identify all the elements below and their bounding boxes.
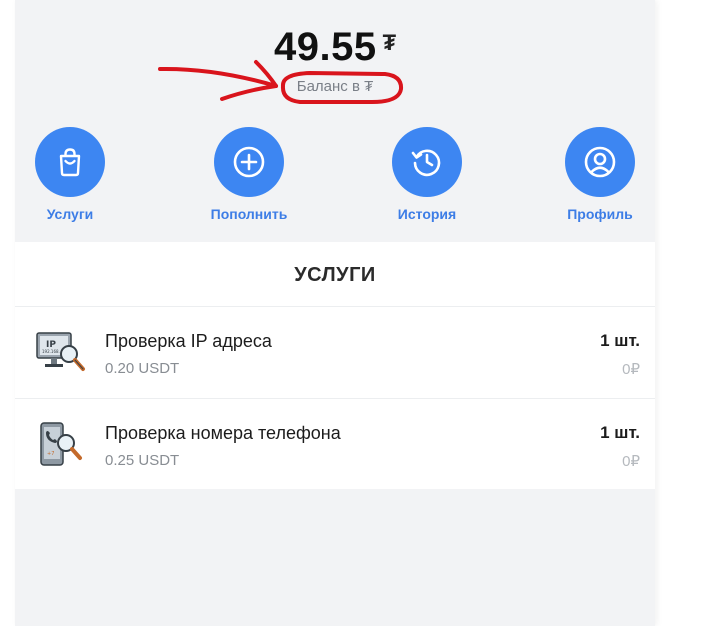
service-price: 0.25 USDT <box>105 452 180 469</box>
service-item-phone-check[interactable]: +7 Проверка номера телефона 0.25 USDT 1 … <box>15 399 655 490</box>
app-screen: 49.55 ₮ Баланс в ₮ Услуги Пополнить Исто… <box>15 0 655 626</box>
nav-history-label: История <box>397 206 457 222</box>
svg-text:+7: +7 <box>47 451 54 457</box>
topup-circle <box>214 127 284 197</box>
services-title: УСЛУГИ <box>15 242 655 307</box>
services-circle <box>35 127 105 197</box>
balance-label: Баланс в ₮ <box>296 78 374 95</box>
ip-monitor-search-icon: IP 192.168. <box>36 332 85 371</box>
nav-services-label: Услуги <box>46 206 94 222</box>
nav-profile-button[interactable]: Профиль <box>545 127 655 222</box>
balance-block: 49.55 ₮ <box>15 24 655 70</box>
shopping-bag-icon <box>59 148 81 177</box>
balance-value: 49.55 <box>273 25 377 69</box>
nav-topup-label: Пополнить <box>210 206 288 222</box>
profile-circle <box>565 127 635 197</box>
service-quantity: 1 шт. <box>600 331 640 350</box>
service-item-ip-check[interactable]: IP 192.168. Проверка IP адреса 0.20 USDT… <box>15 307 655 399</box>
balance-currency: ₮ <box>382 30 397 55</box>
service-name: Проверка IP адреса <box>105 331 272 351</box>
service-rub-price: 0₽ <box>622 453 640 470</box>
history-icon <box>411 149 441 177</box>
service-quantity: 1 шт. <box>600 423 640 442</box>
nav-profile-label: Профиль <box>567 206 633 222</box>
services-panel: УСЛУГИ IP 192.168. Проверка IP адреса 0.… <box>15 242 655 489</box>
phone-search-icon: +7 <box>40 422 82 466</box>
service-rub-price: 0₽ <box>622 361 640 378</box>
plus-circle-icon <box>233 146 265 178</box>
nav-services-button[interactable]: Услуги <box>15 127 125 222</box>
service-name: Проверка номера телефона <box>105 423 341 443</box>
history-circle <box>392 127 462 197</box>
nav-topup-button[interactable]: Пополнить <box>194 127 304 222</box>
service-price: 0.20 USDT <box>105 360 180 377</box>
svg-text:192.168.: 192.168. <box>42 349 60 354</box>
nav-history-button[interactable]: История <box>372 127 482 222</box>
profile-icon <box>584 146 616 178</box>
action-bar: Услуги Пополнить История Профиль <box>15 127 655 227</box>
